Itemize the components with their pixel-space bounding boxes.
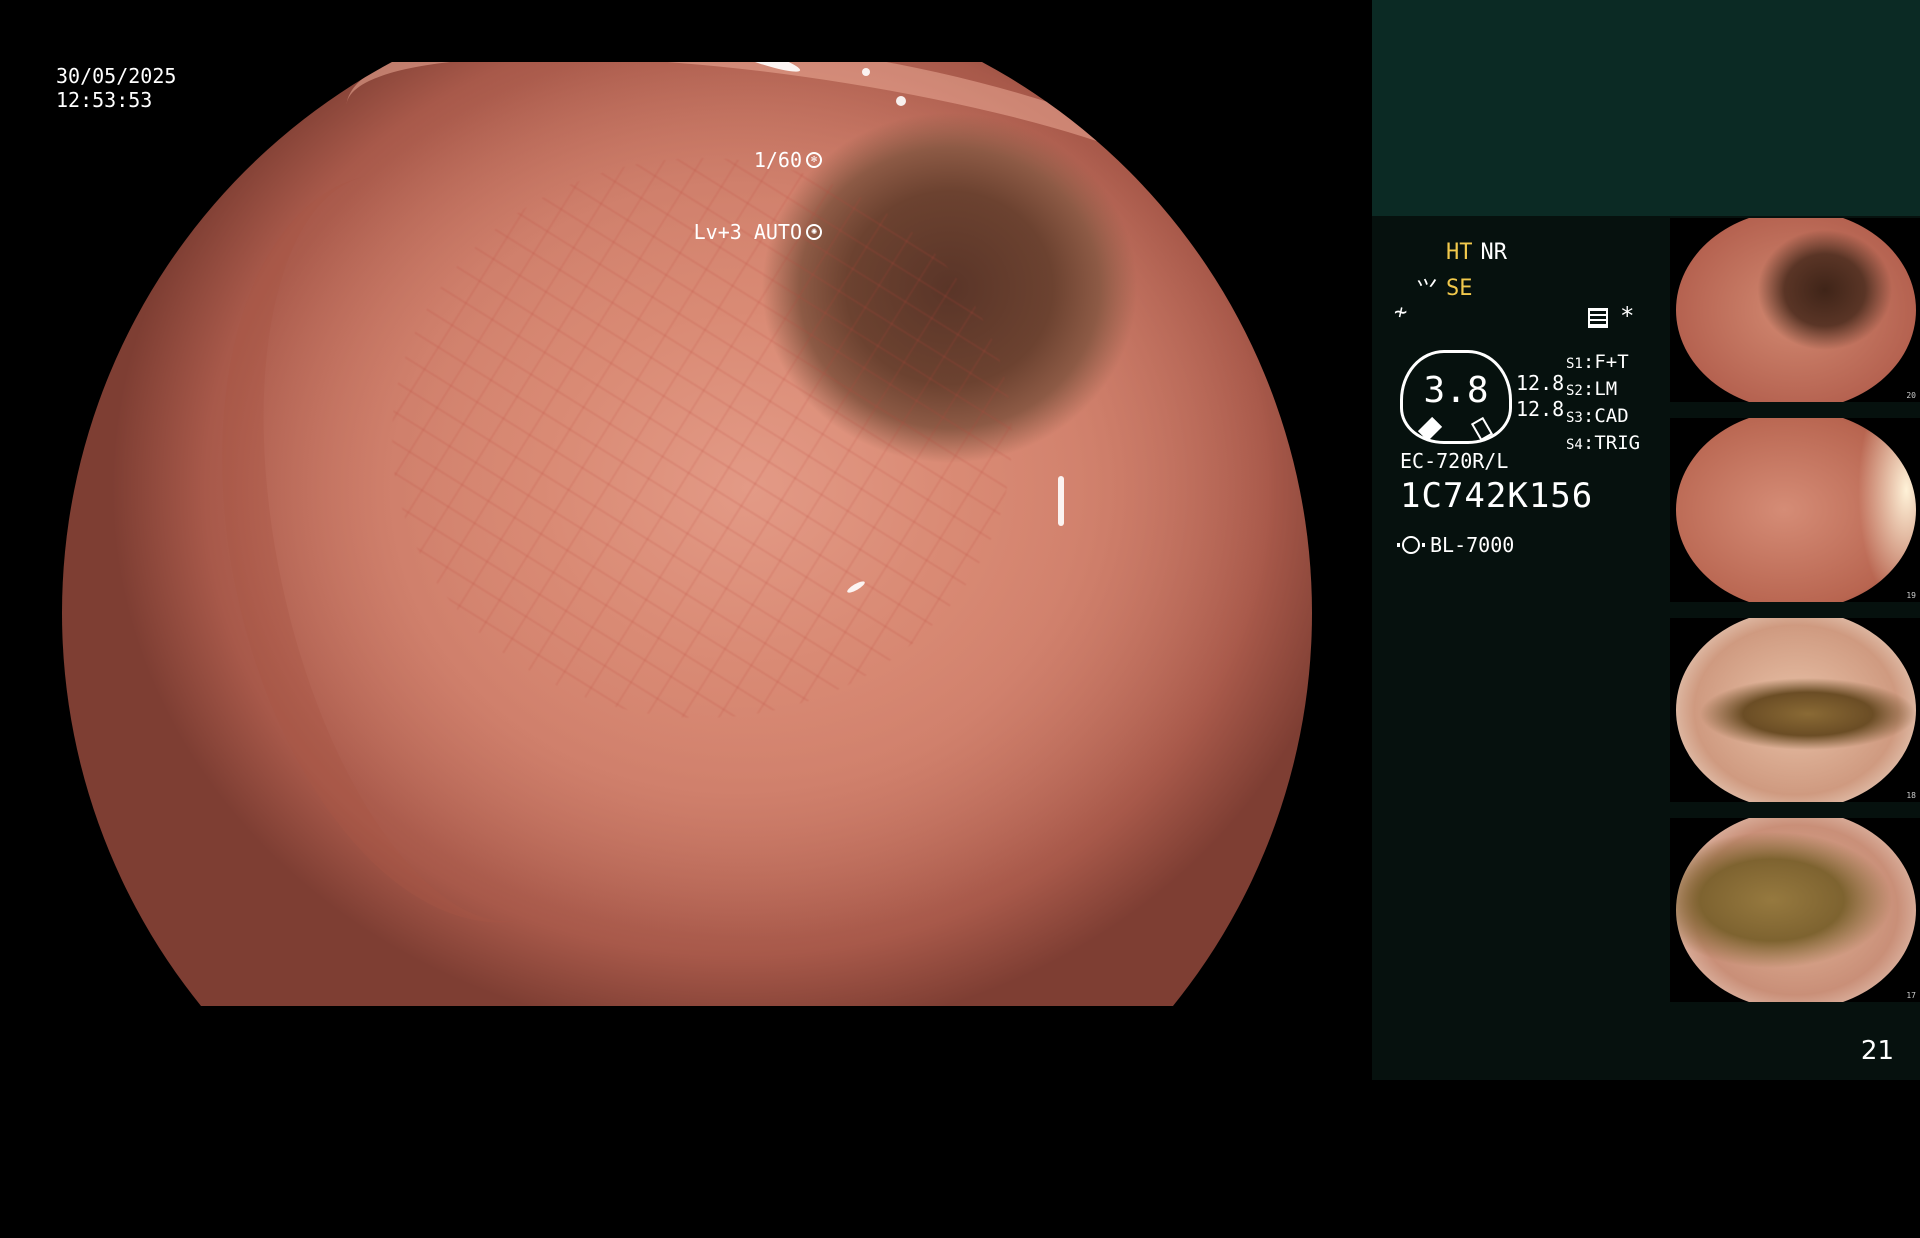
switch-row: S3:CAD	[1566, 405, 1629, 427]
switch-value: LM	[1594, 378, 1618, 400]
nr-label: NR	[1480, 240, 1508, 265]
thumbnail-index: 17	[1906, 991, 1916, 1000]
asterisk-indicator: *	[1620, 302, 1635, 330]
switch-value: CAD	[1594, 405, 1629, 427]
endoscope-image	[62, 62, 1312, 1006]
switch-row: S2:LM	[1566, 378, 1618, 400]
switch-key: S1	[1566, 356, 1583, 372]
level-mode-text: Lv+3 AUTO	[693, 220, 802, 244]
specular-highlight	[862, 68, 870, 76]
date-text: 30/05/2025	[56, 64, 177, 88]
capture-thumbnail[interactable]: 17	[1670, 818, 1920, 1002]
se-label: SE	[1446, 275, 1473, 301]
ht-label: HT	[1446, 240, 1473, 265]
light-source-label: BL-7000	[1430, 533, 1515, 557]
auto-iris-icon: ✺	[806, 224, 822, 240]
gauge-readouts: 12.8 12.8	[1516, 370, 1564, 422]
specular-highlight	[1058, 476, 1064, 526]
switch-row: S4:TRIG	[1566, 432, 1641, 454]
thumbnail-image	[1676, 618, 1916, 802]
aperture-icon: ✻	[806, 152, 822, 168]
capture-thumbnail[interactable]: 20	[1670, 218, 1920, 402]
gauge-left-marker-icon	[1417, 416, 1443, 442]
color-mode-icon: ≁	[1394, 300, 1408, 325]
capture-thumbnail[interactable]: 19	[1670, 418, 1920, 602]
switch-key: S3	[1566, 410, 1583, 426]
switch-assignments: S1:F+T S2:LM S3:CAD S4:TRIG	[1566, 350, 1640, 458]
light-source-row: BL-7000	[1397, 533, 1515, 557]
switch-value: F+T	[1594, 351, 1629, 373]
capture-thumbnail[interactable]: 18	[1670, 618, 1920, 802]
thumbnail-image	[1676, 218, 1916, 402]
gauge-readout-bottom: 12.8	[1516, 397, 1565, 421]
light-source-icon	[1397, 536, 1425, 554]
switch-value: TRIG	[1594, 432, 1641, 454]
scope-model: EC-720R/L	[1400, 449, 1509, 473]
time-text: 12:53:53	[56, 88, 153, 112]
scale-icon	[1588, 308, 1608, 328]
thumbnail-image	[1676, 418, 1916, 602]
gauge-readout-top: 12.8	[1516, 371, 1565, 395]
panel-header	[1372, 0, 1920, 216]
endoscope-main-view: 30/05/2025 12:53:53 1/60 ✻ Lv+3 AUTO ✺	[0, 0, 1372, 1080]
thumbnail-image	[1676, 818, 1916, 1002]
gauge-value: 3.8	[1423, 370, 1489, 411]
image-counter: 21	[1860, 1036, 1894, 1066]
structure-enhance-icon: ⺍	[1416, 278, 1439, 303]
switch-key: S2	[1566, 383, 1583, 399]
scope-serial: 1C742K156	[1400, 476, 1594, 516]
exposure-readout: 1/60 ✻ Lv+3 AUTO ✺	[694, 100, 822, 292]
date-time-readout: 30/05/2025 12:53:53	[56, 64, 176, 112]
se-row: ⺍ SE	[1416, 272, 1473, 304]
switch-row: S1:F+T	[1566, 351, 1629, 373]
specular-highlight	[896, 96, 906, 106]
insertion-gauge: 3.8	[1400, 350, 1512, 444]
shutter-text: 1/60	[753, 148, 802, 172]
ht-nr-row: HT NR	[1446, 240, 1507, 265]
color-mode-row: ≁	[1394, 300, 1407, 325]
thumbnail-index: 20	[1906, 391, 1916, 400]
switch-key: S4	[1566, 437, 1583, 453]
thumbnail-index: 18	[1906, 791, 1916, 800]
gauge-right-marker-icon	[1470, 416, 1494, 442]
thumbnail-index: 19	[1906, 591, 1916, 600]
